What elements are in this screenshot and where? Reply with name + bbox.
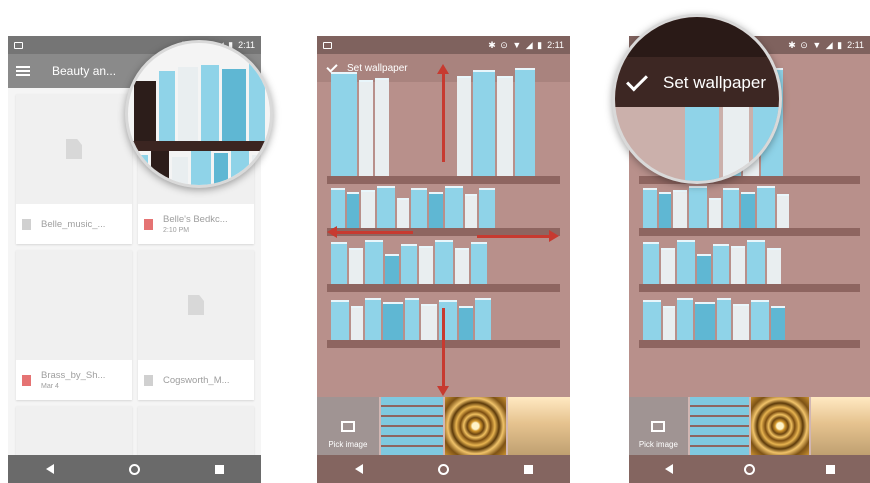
file-type-icon	[144, 374, 153, 386]
document-icon	[66, 139, 82, 159]
file-card-belle-music[interactable]: Belle_music_...	[16, 94, 132, 244]
back-icon[interactable]	[354, 464, 363, 474]
image-file-icon	[144, 218, 153, 230]
set-wallpaper-label[interactable]: Set wallpaper	[663, 73, 766, 93]
swipe-right-arrow	[477, 235, 549, 238]
home-icon[interactable]	[128, 463, 140, 475]
file-thumbnail	[16, 250, 132, 360]
wallpaper-picker-tray: Pick image	[317, 397, 570, 455]
file-date: Mar 4	[41, 383, 59, 390]
swipe-down-arrow	[442, 308, 445, 388]
file-name: Belle's Bedkc...	[163, 214, 228, 225]
file-card-brass[interactable]: Brass_by_Sh... Mar 4	[16, 250, 132, 400]
file-thumbnail	[16, 94, 132, 204]
file-date: 2:10 PM	[163, 227, 190, 234]
image-file-icon	[22, 374, 31, 386]
check-icon[interactable]	[626, 69, 648, 91]
file-name: Belle_music_...	[41, 218, 106, 230]
status-time: 2:11	[547, 40, 564, 50]
status-time: 2:11	[847, 40, 864, 50]
notification-icon	[14, 41, 23, 49]
notification-icon	[323, 41, 332, 49]
status-icons: ✱ ⊙ ▼ ◢ ▮	[488, 39, 544, 50]
back-icon[interactable]	[45, 464, 54, 474]
bookshelf-row	[331, 186, 556, 228]
recents-icon[interactable]	[825, 464, 835, 474]
pick-image-button[interactable]: Pick image	[317, 397, 379, 455]
pick-image-label: Pick image	[638, 440, 678, 449]
home-icon[interactable]	[437, 463, 449, 475]
swipe-left-arrow	[335, 231, 413, 234]
arrow-right-icon	[549, 230, 559, 242]
status-time: 2:11	[238, 40, 255, 50]
wallpaper-thumb-bookshelf[interactable]	[689, 397, 749, 455]
swipe-up-arrow	[442, 72, 445, 162]
bookshelf-row	[643, 298, 856, 340]
arrow-left-icon	[327, 226, 337, 238]
menu-icon[interactable]	[16, 66, 30, 76]
back-icon[interactable]	[664, 464, 673, 474]
navigation-bar	[8, 455, 261, 483]
bookshelf-row	[643, 240, 856, 284]
pick-image-button[interactable]: Pick image	[629, 397, 688, 455]
arrow-up-icon	[437, 64, 449, 74]
image-icon	[340, 421, 355, 432]
file-card-cogsworth[interactable]: Cogsworth_M...	[138, 250, 254, 400]
navigation-bar	[317, 455, 570, 483]
bookshelf-row	[331, 240, 556, 284]
zoom-magnifier: Set wallpaper	[612, 14, 782, 184]
pick-image-label: Pick image	[328, 440, 368, 449]
recents-icon[interactable]	[214, 464, 224, 474]
wallpaper-thumb-rose[interactable]	[750, 397, 810, 455]
wallpaper-picker-tray: Pick image	[629, 397, 870, 455]
file-name: Cogsworth_M...	[163, 374, 230, 386]
file-thumbnail	[138, 250, 254, 360]
wallpaper-thumb-rose[interactable]	[444, 397, 507, 455]
wallpaper-thumb-art[interactable]	[811, 397, 870, 455]
navigation-bar	[629, 455, 870, 483]
wallpaper-thumb-art[interactable]	[508, 397, 570, 455]
recents-icon[interactable]	[523, 464, 533, 474]
status-bar: ✱ ⊙ ▼ ◢ ▮ 2:11	[317, 36, 570, 54]
wallpaper-preview-screen: ✱ ⊙ ▼ ◢ ▮ 2:11 Set wallpaper Pick image	[317, 36, 570, 483]
arrow-down-icon	[437, 386, 449, 396]
zoom-magnifier	[125, 40, 273, 188]
bookshelf-row	[643, 186, 856, 228]
wallpaper-thumb-bookshelf[interactable]	[380, 397, 443, 455]
document-icon	[188, 295, 204, 315]
status-icons: ✱ ⊙ ▼ ◢ ▮	[788, 39, 844, 50]
set-wallpaper-button[interactable]: Set wallpaper	[626, 69, 766, 93]
home-icon[interactable]	[743, 463, 755, 475]
file-type-icon	[22, 218, 31, 230]
image-icon	[651, 421, 666, 432]
folder-title[interactable]: Beauty an...	[52, 64, 138, 78]
file-name: Brass_by_Sh...	[41, 370, 106, 381]
